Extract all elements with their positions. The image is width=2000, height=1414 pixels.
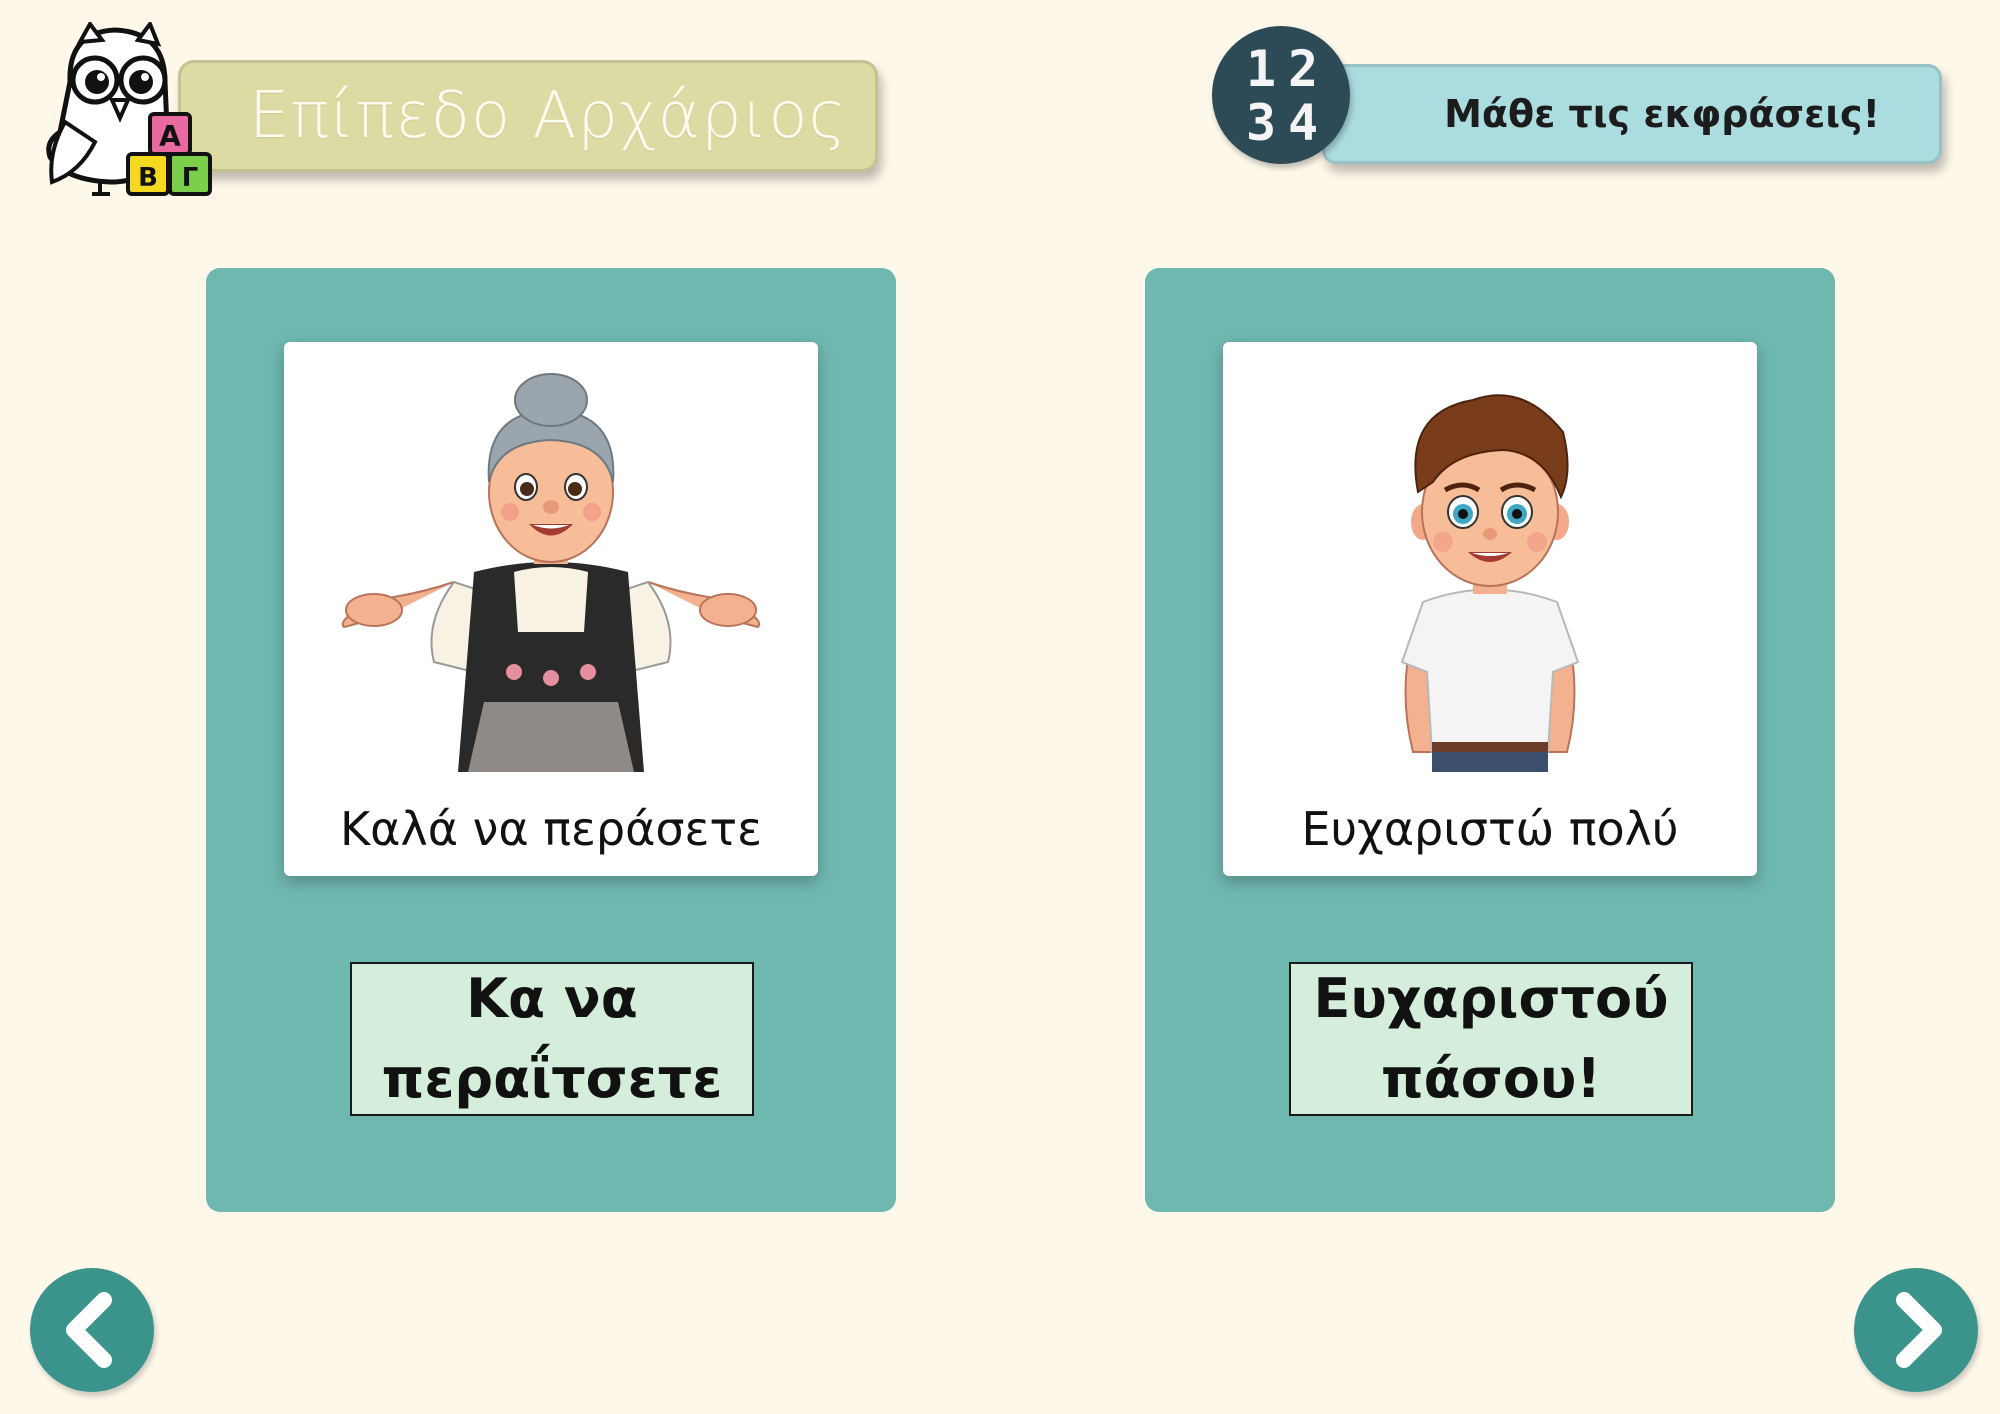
level-title: Επίπεδο Αρχάριος <box>248 79 848 153</box>
flashcard-left: Καλά να περάσετε Κα να περαΐτσετε <box>206 268 896 1212</box>
answer-line: περαΐτσετε <box>381 1047 723 1110</box>
answer-box: Κα να περαΐτσετε <box>350 962 754 1116</box>
expressions-title: Μάθε τις εκφράσεις! <box>1444 92 1880 136</box>
chevron-left-icon <box>66 1292 112 1368</box>
logo-block-b: Β <box>138 163 158 193</box>
owl-logo: Α Β Γ <box>40 19 225 202</box>
badge-digit: 2 <box>1288 40 1319 98</box>
badge-digit: 1 <box>1246 40 1277 98</box>
level-banner: Επίπεδο Αρχάριος <box>178 60 878 172</box>
numbers-badge-icon: 1 2 3 4 <box>1212 26 1350 164</box>
flashcard-right: Ευχαριστώ πολύ Ευχαριστού πάσου! <box>1145 268 1835 1212</box>
next-button[interactable] <box>1854 1268 1978 1392</box>
answer-line: πάσου! <box>1380 1047 1602 1110</box>
answer-line: Κα να <box>466 967 638 1030</box>
chevron-right-icon <box>1896 1292 1942 1368</box>
answer-line: Ευχαριστού <box>1313 967 1669 1030</box>
logo-block-c: Γ <box>182 163 199 193</box>
card-caption: Ευχαριστώ πολύ <box>1301 802 1679 856</box>
logo-block-a: Α <box>159 120 181 153</box>
boy-illustration-icon <box>1400 394 1580 772</box>
image-card[interactable]: Ευχαριστώ πολύ <box>1223 342 1757 876</box>
image-card[interactable]: Καλά να περάσετε <box>284 342 818 876</box>
answer-box: Ευχαριστού πάσου! <box>1289 962 1693 1116</box>
badge-digit: 3 <box>1246 94 1277 152</box>
previous-button[interactable] <box>30 1268 154 1392</box>
expressions-banner: Μάθε τις εκφράσεις! <box>1322 64 1942 164</box>
card-caption: Καλά να περάσετε <box>340 802 762 856</box>
grandmother-illustration-icon <box>341 373 761 772</box>
badge-digit: 4 <box>1288 94 1319 152</box>
